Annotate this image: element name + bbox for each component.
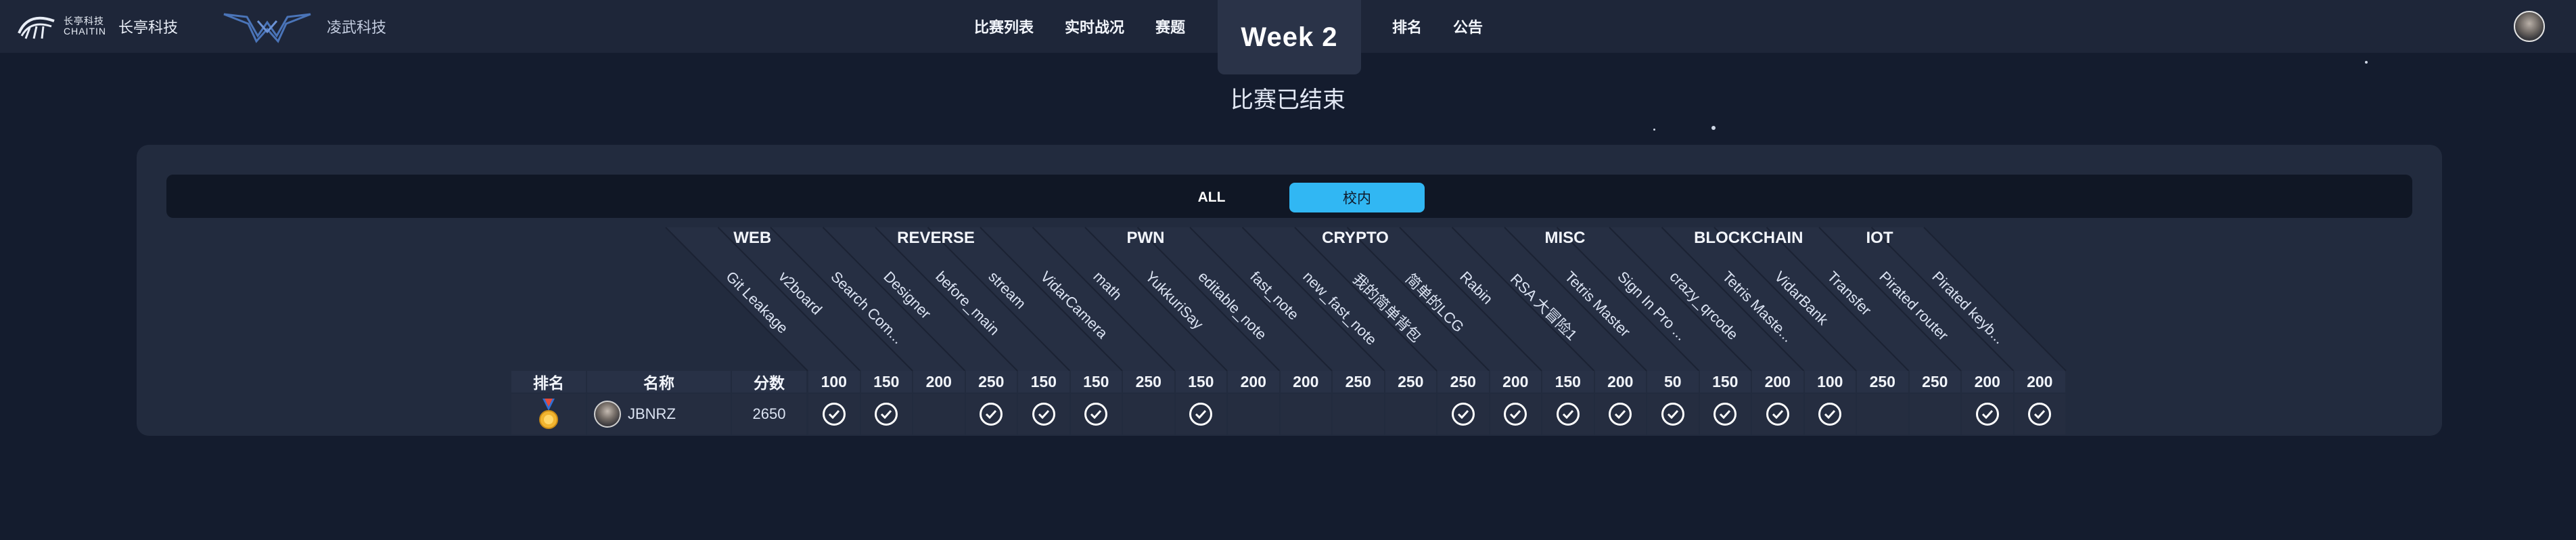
challenge-score: 250 — [1333, 371, 1384, 392]
challenge-score: 100 — [808, 371, 860, 392]
challenge-score: 200 — [1594, 371, 1646, 392]
solve-cell — [1857, 394, 1908, 434]
solve-cell — [965, 394, 1017, 434]
check-icon — [1818, 403, 1842, 426]
challenge-score: 250 — [1909, 371, 1960, 392]
check-icon — [1504, 403, 1527, 426]
solve-cell — [1647, 394, 1699, 434]
solve-cell — [1333, 394, 1384, 434]
rank-cell — [511, 394, 586, 434]
check-icon — [1766, 403, 1789, 426]
challenge-score: 150 — [1070, 371, 1122, 392]
category-label: CRYPTO — [1322, 229, 1389, 247]
challenge-score: 200 — [2014, 371, 2065, 392]
check-icon — [1189, 403, 1213, 426]
category-label: IOT — [1866, 229, 1893, 247]
challenge-score: 100 — [1804, 371, 1856, 392]
solve-cell — [1175, 394, 1226, 434]
challenge-score: 200 — [1490, 371, 1541, 392]
challenge-score: 150 — [1175, 371, 1226, 392]
player-name-cell[interactable]: JBNRZ — [587, 394, 731, 434]
solve-cell — [1699, 394, 1751, 434]
solve-cell — [1228, 394, 1279, 434]
column-header-rank: 排名 — [511, 371, 586, 392]
challenge-score: 250 — [1385, 371, 1436, 392]
challenge-score: 200 — [1962, 371, 2013, 392]
solve-cell — [1490, 394, 1541, 434]
challenge-score: 50 — [1647, 371, 1699, 392]
challenge-score: 250 — [1857, 371, 1908, 392]
challenge-score: 150 — [1018, 371, 1070, 392]
column-header-score: 分数 — [732, 371, 806, 392]
challenge-score: 150 — [1699, 371, 1751, 392]
check-icon — [1084, 403, 1108, 426]
category-label: REVERSE — [897, 229, 975, 247]
challenge-score: 200 — [1752, 371, 1803, 392]
category-label: MISC — [1544, 229, 1586, 247]
check-icon — [1714, 403, 1737, 426]
solve-cell — [1752, 394, 1803, 434]
challenge-score: 150 — [860, 371, 912, 392]
check-icon — [875, 403, 898, 426]
check-icon — [1661, 403, 1684, 426]
challenge-score: 150 — [1542, 371, 1594, 392]
solve-cell — [1962, 394, 2013, 434]
player-avatar — [594, 401, 621, 428]
check-icon — [1556, 403, 1580, 426]
column-header-name: 名称 — [587, 371, 731, 392]
solve-cell — [913, 394, 965, 434]
category-label: WEB — [733, 229, 772, 247]
solve-cell — [1070, 394, 1122, 434]
check-icon — [1609, 403, 1632, 426]
player-score: 2650 — [732, 394, 806, 434]
check-icon — [1975, 403, 1999, 426]
category-label: BLOCKCHAIN — [1694, 229, 1803, 247]
challenge-score: 250 — [1438, 371, 1489, 392]
solve-cell — [1438, 394, 1489, 434]
check-icon — [822, 403, 846, 426]
solve-cell — [808, 394, 860, 434]
check-icon — [1032, 403, 1055, 426]
solve-cell — [1804, 394, 1856, 434]
challenge-score: 200 — [913, 371, 965, 392]
solve-cell — [860, 394, 912, 434]
solve-cell — [1385, 394, 1436, 434]
check-icon — [2028, 403, 2052, 426]
challenge-header-background — [665, 227, 2067, 372]
player-name[interactable]: JBNRZ — [628, 405, 676, 423]
challenge-score: 250 — [965, 371, 1017, 392]
challenge-score: 250 — [1123, 371, 1174, 392]
challenge-score: 200 — [1280, 371, 1331, 392]
solve-cell — [2014, 394, 2065, 434]
solve-cell — [1542, 394, 1594, 434]
solve-cell — [1909, 394, 1960, 434]
check-icon — [980, 403, 1003, 426]
gold-medal-icon — [539, 399, 558, 429]
solve-cell — [1123, 394, 1174, 434]
challenge-score: 200 — [1228, 371, 1279, 392]
solve-cell — [1594, 394, 1646, 434]
check-icon — [1451, 403, 1475, 426]
solve-cell — [1018, 394, 1070, 434]
solve-cell — [1280, 394, 1331, 434]
category-label: PWN — [1126, 229, 1165, 247]
